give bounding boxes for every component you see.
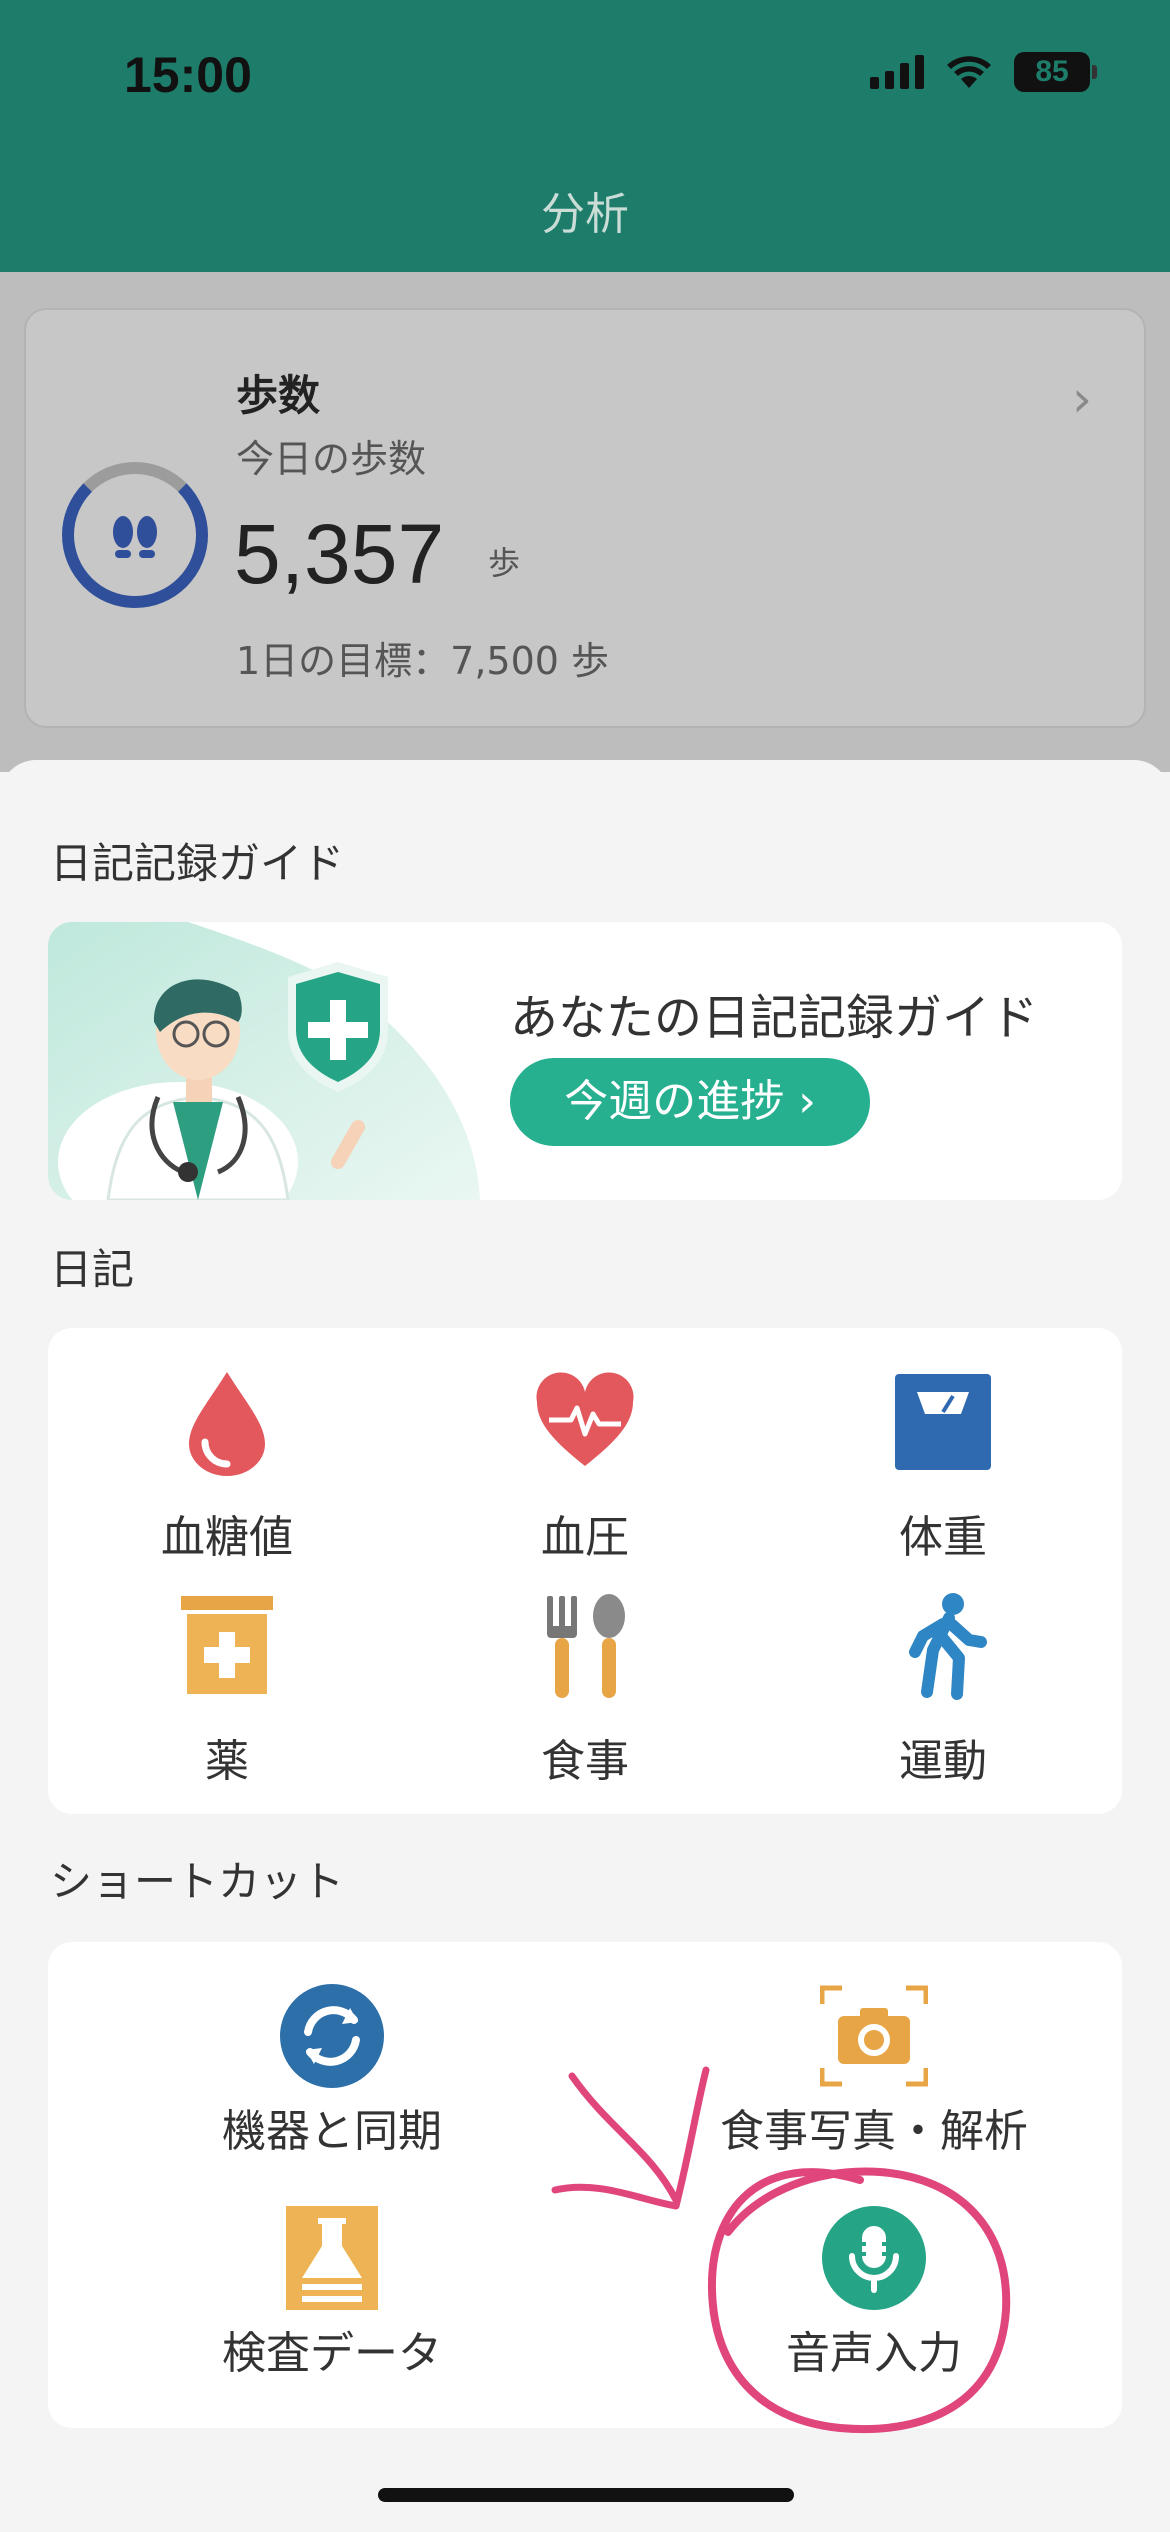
shortcut-label: 食事写真・解析 (720, 2106, 1028, 2157)
home-indicator (378, 2488, 794, 2502)
diary-item-label: 食事 (541, 1736, 629, 1787)
shortcut-test-data[interactable]: 検査データ (112, 2204, 552, 2404)
diary-item-blood-glucose[interactable]: 血糖値 (48, 1350, 406, 1560)
chevron-right-icon[interactable]: › (1072, 370, 1092, 428)
footprints-icon (113, 516, 157, 558)
battery-icon: 85 (1014, 52, 1097, 92)
wifi-icon (947, 56, 991, 88)
diary-item-exercise[interactable]: 運動 (764, 1574, 1122, 1784)
scale-icon (895, 1374, 991, 1470)
medicine-box-icon (181, 1596, 273, 1694)
shortcut-meal-photo[interactable]: 食事写真・解析 (654, 1982, 1094, 2182)
diary-card: 血糖値 血圧 体重 薬 食事 運動 (48, 1328, 1122, 1814)
diary-item-weight[interactable]: 体重 (764, 1350, 1122, 1560)
steps-unit: 歩 (488, 544, 521, 582)
diary-item-label: 血圧 (541, 1512, 629, 1563)
shortcut-voice-input[interactable]: 音声入力 (654, 2204, 1094, 2404)
steps-goal: 1日の目標：7,500 歩 (236, 639, 610, 683)
diary-item-label: 血糖値 (161, 1512, 293, 1563)
steps-value: 5,357 (234, 507, 445, 601)
diary-item-blood-pressure[interactable]: 血圧 (406, 1350, 764, 1560)
doctor-illustration (48, 922, 480, 1200)
microphone-icon (822, 2206, 926, 2310)
diary-item-label: 体重 (899, 1512, 987, 1563)
diary-item-label: 運動 (899, 1736, 987, 1787)
guide-title: あなたの日記記録ガイド (510, 990, 1039, 1046)
blood-drop-icon (189, 1372, 265, 1476)
walking-person-icon (909, 1593, 987, 1700)
status-time: 15:00 (124, 47, 252, 103)
cellular-signal-icon (870, 55, 924, 89)
fork-spoon-icon (547, 1594, 625, 1698)
heart-pulse-icon (536, 1372, 634, 1466)
weekly-progress-button[interactable]: 今週の進捗 › (510, 1058, 870, 1146)
shortcut-label: 検査データ (222, 2328, 442, 2379)
diary-item-medicine[interactable]: 薬 (48, 1574, 406, 1784)
steps-subtitle: 今日の歩数 (236, 437, 427, 481)
flask-icon (286, 2206, 378, 2310)
camera-icon (820, 1985, 928, 2087)
shortcut-device-sync[interactable]: 機器と同期 (112, 1982, 552, 2182)
page-title: 分析 (541, 189, 629, 240)
sync-icon (280, 1984, 384, 2088)
status-icons: 85 (870, 52, 1097, 92)
steps-title: 歩数 (236, 371, 321, 420)
diary-item-meal[interactable]: 食事 (406, 1574, 764, 1784)
shortcut-label: 機器と同期 (222, 2106, 442, 2157)
shortcut-label: 音声入力 (786, 2328, 962, 2379)
steps-progress-ring (62, 462, 208, 608)
shortcut-card: 機器と同期 食事写真・解析 検査データ 音声入力 (48, 1942, 1122, 2428)
diary-guide-banner[interactable]: あなたの日記記録ガイド 今週の進捗 › (48, 922, 1122, 1200)
steps-card[interactable]: 歩数 今日の歩数 5,357 歩 1日の目標：7,500 歩 › (24, 308, 1146, 728)
guide-section-label: 日記記録ガイド (50, 839, 345, 888)
shortcut-section-label: ショートカット (50, 1857, 345, 1906)
diary-section-label: 日記 (50, 1245, 135, 1294)
app-header: 15:00 85 分析 (0, 0, 1170, 272)
diary-item-label: 薬 (205, 1736, 249, 1787)
